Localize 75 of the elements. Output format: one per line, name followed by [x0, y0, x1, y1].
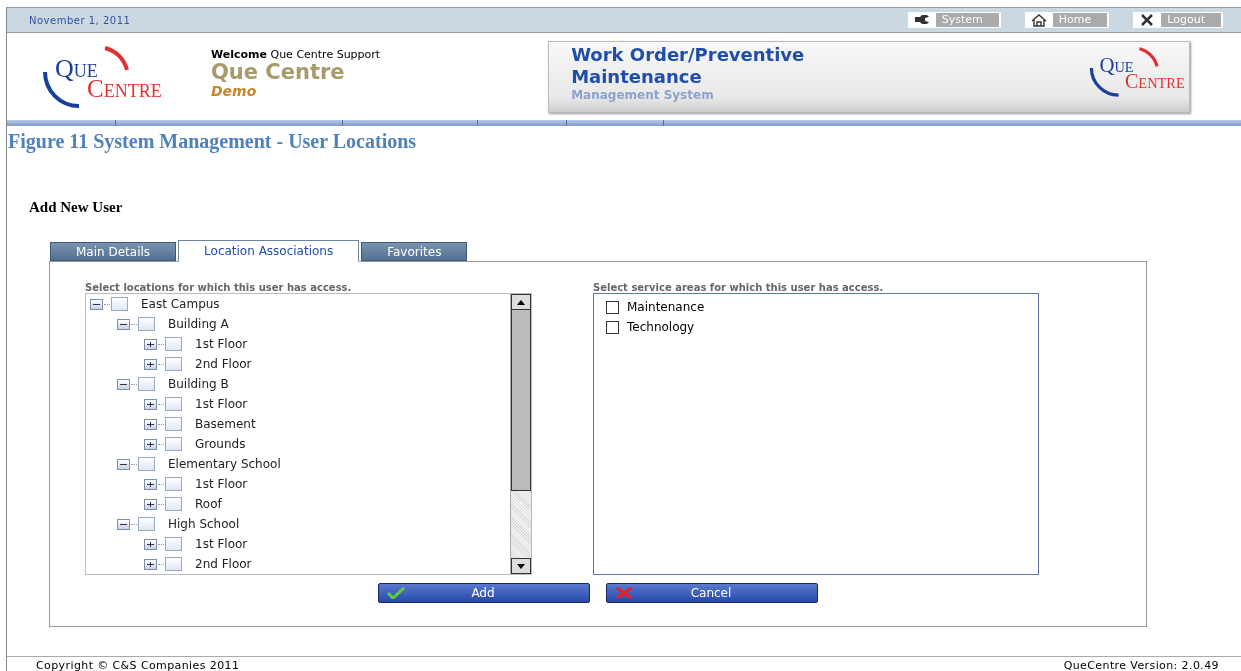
- banner-title: Work Order/Preventive Maintenance: [571, 43, 806, 88]
- checkbox[interactable]: [606, 300, 619, 314]
- form-title: Add New User: [29, 199, 124, 216]
- down-arrow-icon[interactable]: [517, 563, 525, 569]
- checkbox[interactable]: [138, 377, 155, 391]
- site-subtitle: Demo: [211, 83, 258, 99]
- tree-item[interactable]: 1st Floor: [195, 337, 248, 351]
- checkbox[interactable]: [138, 517, 155, 531]
- version-text: QueCentre Version: 2.0.49: [1063, 659, 1219, 671]
- service-area[interactable]: Technology: [627, 320, 695, 334]
- up-arrow-icon[interactable]: [517, 299, 525, 305]
- expander[interactable]: [144, 398, 157, 410]
- tree-item[interactable]: 1st Floor: [195, 537, 248, 551]
- tree-item[interactable]: Basement: [195, 417, 256, 431]
- expander[interactable]: [144, 478, 157, 490]
- expander[interactable]: [117, 318, 130, 330]
- site-name: Que Centre: [211, 61, 346, 83]
- tree-item[interactable]: Building B: [168, 377, 229, 391]
- checkbox[interactable]: [165, 417, 182, 431]
- expander[interactable]: [144, 358, 157, 370]
- checkbox[interactable]: [165, 477, 182, 491]
- expander[interactable]: [144, 538, 157, 550]
- date-text: November 1, 2011: [29, 14, 131, 26]
- expander[interactable]: [117, 518, 130, 530]
- tree-item[interactable]: Roof: [195, 497, 222, 511]
- scroll-thumb[interactable]: [511, 310, 531, 491]
- checkbox[interactable]: [138, 317, 155, 331]
- welcome-label: Welcome: [211, 48, 267, 61]
- tree-item[interactable]: 2nd Floor: [195, 357, 252, 371]
- tree-item[interactable]: High School: [168, 517, 240, 531]
- copyright-text: Copyright © C&S Companies 2011: [36, 659, 240, 671]
- tree-item[interactable]: East Campus: [141, 297, 220, 311]
- tree-item[interactable]: Grounds: [195, 437, 246, 451]
- tree-item[interactable]: 1st Floor: [195, 397, 248, 411]
- expander[interactable]: [144, 498, 157, 510]
- house-icon: [1030, 13, 1047, 27]
- checkbox[interactable]: [165, 437, 182, 451]
- expander[interactable]: [144, 558, 157, 570]
- expander[interactable]: [144, 338, 157, 350]
- figure-caption: Figure 11 System Management - User Locations: [8, 130, 418, 153]
- service-areas-label: Select service areas for which this user has access.: [593, 282, 885, 293]
- tree-item[interactable]: 1st Floor: [195, 477, 248, 491]
- checkbox[interactable]: [165, 337, 182, 351]
- service-area[interactable]: Maintenance: [627, 300, 705, 314]
- tab[interactable]: Location Associations: [178, 240, 360, 262]
- tree-item[interactable]: Building A: [168, 317, 229, 331]
- tab[interactable]: Main Details: [50, 242, 177, 261]
- checkbox[interactable]: [111, 297, 128, 311]
- expander[interactable]: [144, 418, 157, 430]
- checkbox[interactable]: [606, 320, 619, 334]
- checkbox[interactable]: [165, 497, 182, 511]
- add-button[interactable]: Add: [378, 583, 590, 603]
- checkbox[interactable]: [138, 457, 155, 471]
- expander[interactable]: [117, 378, 130, 390]
- logo: Que Centre: [27, 41, 197, 112]
- cancel-button[interactable]: Cancel: [606, 583, 818, 603]
- logo: Que Centre: [1077, 43, 1190, 97]
- scrollbar[interactable]: [510, 294, 531, 574]
- tree-item[interactable]: 2nd Floor: [195, 557, 252, 571]
- locations-label: Select locations for which this user has access.: [85, 282, 353, 293]
- cancel-icon: [615, 587, 633, 599]
- expander[interactable]: [117, 458, 130, 470]
- checkbox[interactable]: [165, 357, 182, 371]
- close-icon: [1141, 14, 1154, 26]
- checkbox[interactable]: [165, 537, 182, 551]
- expander[interactable]: [144, 438, 157, 450]
- banner-subtitle: Management System: [571, 87, 715, 102]
- user-name: Que Centre Support: [270, 48, 381, 61]
- wrench-icon: [912, 14, 931, 26]
- checkbox[interactable]: [165, 397, 182, 411]
- check-icon: [387, 587, 405, 599]
- tab[interactable]: Favorites: [361, 242, 468, 261]
- expander[interactable]: [90, 298, 103, 310]
- tree-item[interactable]: Elementary School: [168, 457, 281, 471]
- checkbox[interactable]: [165, 557, 182, 571]
